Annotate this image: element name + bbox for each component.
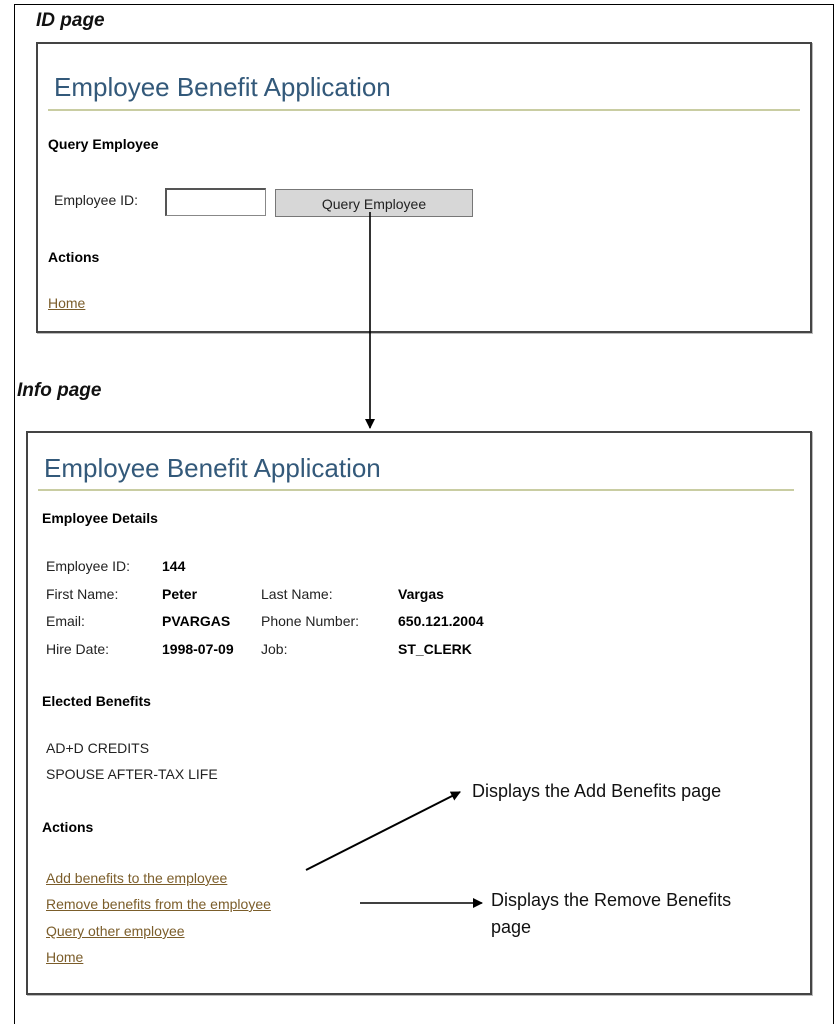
arrow-add-benefits bbox=[305, 791, 461, 871]
connector-arrows bbox=[305, 212, 483, 908]
